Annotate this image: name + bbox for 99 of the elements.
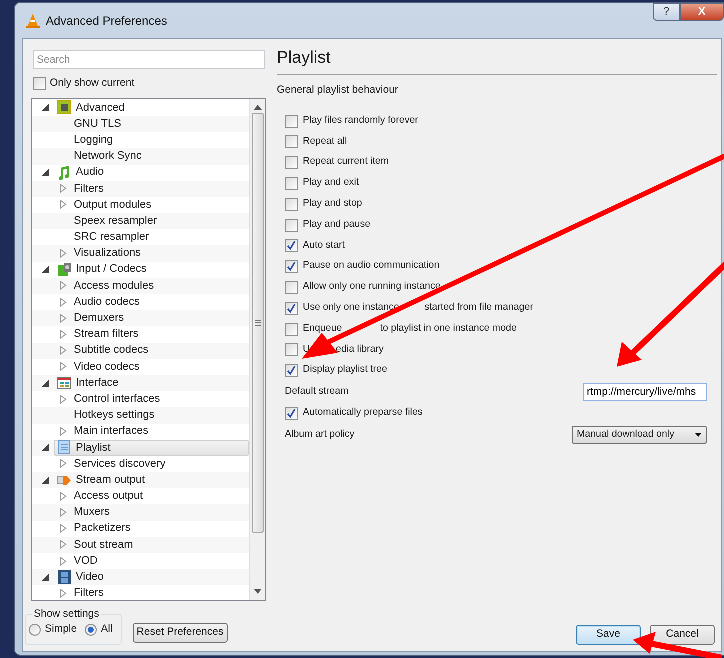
device-icon <box>57 262 72 278</box>
tree-item[interactable]: Audio <box>76 164 104 181</box>
label-fragment: Enqueue <box>303 322 342 336</box>
tree-item[interactable]: Audio codecs <box>74 294 140 310</box>
chip-icon <box>57 100 72 116</box>
field-label: Default stream <box>285 384 350 399</box>
checkbox[interactable] <box>285 302 298 315</box>
tree-item[interactable]: Access output <box>74 488 144 505</box>
document-icon <box>57 440 72 456</box>
radio-label: Simple <box>45 622 78 637</box>
checkbox[interactable] <box>285 135 298 148</box>
tree-item[interactable]: Stream filters <box>74 326 139 343</box>
label-fragment: started from file manager <box>424 300 534 315</box>
checkbox-label: Automatically preparse files <box>303 406 423 420</box>
checkbox[interactable] <box>285 343 298 356</box>
scrollbar[interactable] <box>249 98 265 600</box>
checkbox-label: Auto start <box>303 238 345 253</box>
checkbox[interactable] <box>285 322 298 336</box>
group-title: Show settings <box>33 609 100 620</box>
checkbox-label: Display playlist tree <box>303 363 388 378</box>
check-icon <box>287 241 296 250</box>
tree-item[interactable]: Control interfaces <box>74 390 160 408</box>
dialog-button[interactable]: Cancel <box>650 625 715 645</box>
tree-item[interactable]: Video codecs <box>74 358 140 376</box>
help-button[interactable]: ? <box>653 3 680 21</box>
reset-preferences-button[interactable]: Reset Preferences <box>132 623 228 643</box>
expanded-arrow-icon[interactable] <box>42 104 48 112</box>
tree-item[interactable]: SRC resampler <box>74 229 150 246</box>
radio-button[interactable] <box>85 624 98 636</box>
radio-button[interactable] <box>29 624 41 636</box>
checkbox[interactable] <box>285 281 298 294</box>
expanded-arrow-icon[interactable] <box>42 169 48 176</box>
tree-item[interactable]: Muxers <box>74 504 110 521</box>
tree-item[interactable]: Input / Codecs <box>76 261 147 278</box>
tree-item[interactable]: Video <box>76 569 104 586</box>
collapsed-arrow-icon[interactable] <box>60 588 66 598</box>
checkbox-label: Play files randomly forever <box>303 114 418 128</box>
music-note-icon <box>57 165 72 180</box>
checkbox[interactable] <box>285 239 298 252</box>
window-title: Advanced Preferences <box>46 12 168 30</box>
label-fragment: to playlist in one instance mode <box>380 322 517 336</box>
checkbox-label: Pause on audio communication <box>303 259 440 274</box>
check-icon <box>287 262 296 272</box>
tree-item[interactable]: Playlist <box>76 440 111 456</box>
tree-item[interactable]: Filters <box>74 585 104 600</box>
expanded-arrow-icon[interactable] <box>42 444 48 452</box>
checkbox-label: Play and pause <box>303 218 371 232</box>
tree-item[interactable]: Interface <box>76 374 119 392</box>
check-icon <box>287 366 296 376</box>
checkbox[interactable] <box>285 177 298 190</box>
tree-item[interactable]: VOD <box>74 552 98 570</box>
checkbox-label: Only show current <box>50 76 135 91</box>
grip-icon <box>254 320 260 326</box>
collapsed-arrow-icon[interactable] <box>60 459 66 468</box>
page-title: Playlist <box>277 47 332 69</box>
scroll-down-icon[interactable] <box>254 588 262 594</box>
scroll-up-icon[interactable] <box>254 104 262 110</box>
checkbox[interactable] <box>285 407 298 420</box>
checkbox-label: Play and exit <box>303 176 360 190</box>
film-icon <box>57 570 72 585</box>
search-field[interactable]: Search <box>33 50 265 69</box>
checkbox[interactable] <box>285 114 298 128</box>
tree-item[interactable]: Filters <box>74 180 104 198</box>
tree-item[interactable]: Advanced <box>76 100 125 116</box>
caret-icon <box>695 432 702 437</box>
checkbox[interactable] <box>285 364 298 378</box>
checkbox[interactable] <box>33 77 46 90</box>
label-fragment: U <box>303 342 310 357</box>
checkbox-label: Repeat all <box>303 134 348 149</box>
traffic-cone-icon <box>26 14 40 28</box>
dialog-button[interactable]: Save <box>576 625 641 645</box>
check-icon <box>287 304 296 313</box>
text-field[interactable]: rtmp://mercury/live/mhs <box>583 383 707 402</box>
checkbox-label: Allow only one running instance <box>303 280 441 294</box>
checkbox-label: Repeat current item <box>303 155 390 170</box>
expanded-arrow-icon[interactable] <box>42 476 48 484</box>
tree-item[interactable]: Logging <box>74 132 114 148</box>
tree-item[interactable]: Packetizers <box>74 520 131 537</box>
expanded-arrow-icon[interactable] <box>42 266 48 274</box>
tree-item[interactable]: Services discovery <box>74 456 166 472</box>
label-fragment: edia library <box>336 342 384 357</box>
dropdown[interactable]: Manual download only <box>572 426 707 444</box>
radio-label: All <box>101 622 113 637</box>
collapsed-arrow-icon[interactable] <box>60 427 66 436</box>
tree-item[interactable]: Main interfaces <box>74 423 149 440</box>
expanded-arrow-icon[interactable] <box>42 574 48 581</box>
field-label: Album art policy <box>285 428 356 442</box>
check-icon <box>287 409 296 418</box>
checkbox[interactable] <box>285 156 298 170</box>
checkbox[interactable] <box>285 260 298 274</box>
scroll-thumb[interactable] <box>252 112 264 533</box>
expanded-arrow-icon[interactable] <box>42 380 48 387</box>
collapsed-arrow-icon[interactable] <box>60 249 66 258</box>
tree-item[interactable]: Output modules <box>74 196 152 214</box>
checkbox[interactable] <box>285 218 298 232</box>
section-label: General playlist behaviour <box>277 83 400 98</box>
collapsed-arrow-icon[interactable] <box>60 394 66 404</box>
checkbox[interactable] <box>285 198 298 211</box>
checkbox-label: Play and stop <box>303 196 362 211</box>
